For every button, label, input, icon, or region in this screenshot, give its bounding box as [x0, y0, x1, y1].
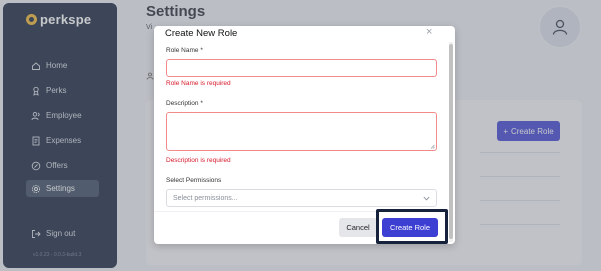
description-error: Description is required — [166, 157, 231, 164]
modal-title: Create New Role — [165, 28, 238, 39]
role-name-error: Role Name is required — [166, 80, 231, 87]
create-role-button[interactable]: Create Role — [382, 218, 438, 237]
permissions-label: Select Permissions — [166, 177, 222, 184]
permissions-placeholder: Select permissions... — [173, 194, 238, 202]
resize-handle-icon[interactable] — [430, 144, 435, 149]
modal-scrollbar[interactable] — [449, 42, 453, 242]
scrollbar-thumb[interactable] — [449, 44, 453, 239]
description-textarea[interactable] — [166, 112, 437, 151]
close-icon[interactable]: × — [426, 27, 432, 38]
description-label: Description * — [166, 100, 203, 107]
cancel-button[interactable]: Cancel — [339, 218, 377, 237]
permissions-select[interactable]: Select permissions... — [166, 189, 437, 207]
role-name-label: Role Name * — [166, 47, 203, 54]
role-name-input[interactable] — [166, 59, 437, 77]
chevron-down-icon — [423, 196, 430, 200]
